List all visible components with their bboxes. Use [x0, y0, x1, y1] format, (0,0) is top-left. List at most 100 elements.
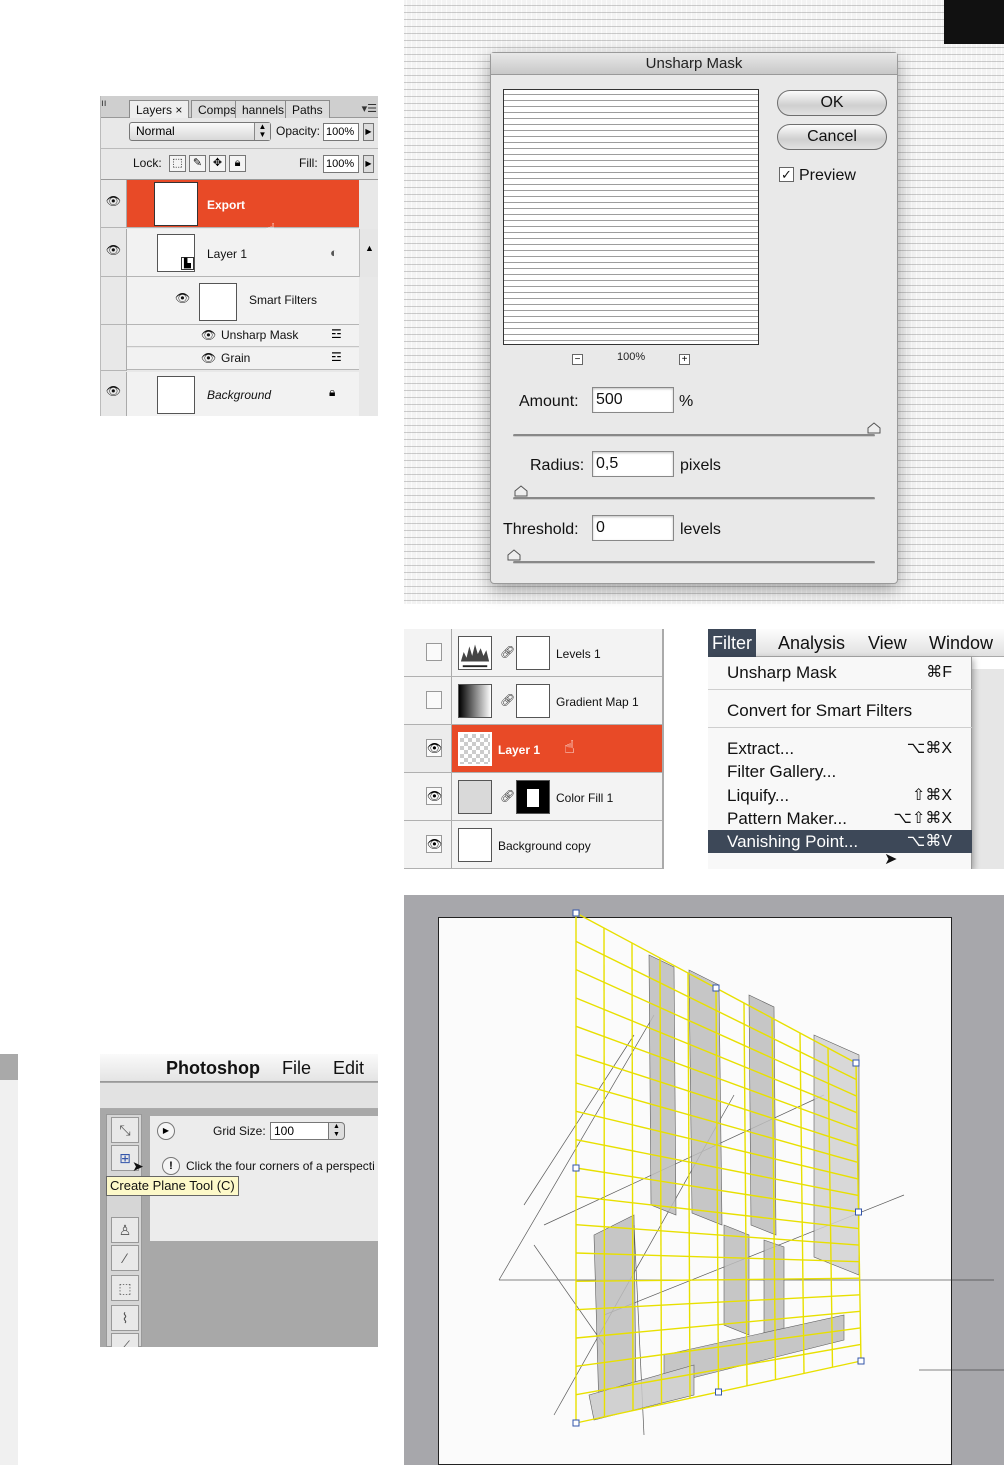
grid-handle[interactable] [855, 1208, 862, 1216]
menu-item-vanishing-point[interactable]: Vanishing Point... ⌥⌘V [708, 830, 972, 853]
grid-handle[interactable] [572, 909, 580, 917]
eye-icon[interactable]: 👁︎ [175, 291, 190, 305]
tool-strip: ⤡ ⊞ ♙ ⁄ ⬚ ⌇ ⟋ [106, 1114, 142, 1347]
fill-label: Fill: [299, 156, 318, 170]
smart-filter-indicator-icon: ◐ [330, 245, 338, 260]
chain-link-icon[interactable]: 🔗︎ [500, 693, 515, 707]
layer-row-layer1[interactable]: ▙ Layer 1 ◐ [127, 229, 359, 277]
menu-item-extract[interactable]: Extract... ⌥⌘X [708, 737, 972, 760]
grid-size-stepper[interactable]: ▲ ▼ [328, 1122, 345, 1140]
lock-all-icon[interactable]: 🔒︎ [229, 155, 246, 172]
visibility-toggle[interactable]: 👁︎ [404, 821, 452, 868]
menu-item-convert-smart-filters[interactable]: Convert for Smart Filters [708, 699, 972, 722]
blend-mode-select[interactable]: Normal ▲ ▼ [129, 122, 271, 141]
eye-icon[interactable]: 👁︎ [201, 328, 216, 342]
eye-icon: 👁︎ [426, 739, 443, 757]
lock-image-icon[interactable]: ✎ [189, 155, 206, 172]
menu-item-pattern-maker[interactable]: Pattern Maker... ⌥⇧⌘X [708, 807, 972, 830]
layer-row-export[interactable]: Export ☝︎ [127, 180, 359, 240]
menu-view[interactable]: View [868, 633, 907, 654]
panel-grip-icon[interactable]: ıı [101, 98, 107, 109]
menu-edit[interactable]: Edit [333, 1058, 364, 1079]
grid-handle[interactable] [857, 1357, 865, 1365]
amount-field[interactable]: 500 [592, 387, 674, 413]
visibility-toggle[interactable]: 👁︎ [404, 773, 452, 820]
visibility-toggle[interactable]: 👁︎ [404, 725, 452, 772]
layer-row-color-fill[interactable]: 👁︎ 🔗︎ Color Fill 1 [404, 773, 662, 821]
threshold-slider-track[interactable] [513, 561, 875, 564]
layer-thumbnail [458, 828, 492, 862]
grid-handle[interactable] [715, 1388, 722, 1396]
radius-slider-thumb[interactable] [514, 485, 528, 497]
edit-plane-tool-icon[interactable]: ⤡ [111, 1117, 139, 1143]
layer-row-background-copy[interactable]: 👁︎ Background copy [404, 821, 662, 869]
tab-layers[interactable]: Layers × [129, 100, 190, 118]
grid-handle[interactable] [572, 1419, 580, 1427]
menu-window[interactable]: Window [929, 633, 993, 654]
grid-handle[interactable] [852, 1059, 860, 1067]
tab-paths[interactable]: Paths [285, 100, 330, 118]
brush-tool-icon[interactable]: ⁄ [111, 1245, 139, 1271]
visibility-toggle[interactable]: 👁︎ [101, 372, 127, 416]
scrollbar[interactable]: ▲ [359, 229, 378, 277]
menu-item-filter-gallery[interactable]: Filter Gallery... [708, 760, 972, 783]
blending-options-icon[interactable]: ☲ [331, 350, 342, 364]
filter-row-grain[interactable]: 👁︎ Grain ☲ [127, 348, 359, 370]
grid-handle[interactable] [712, 984, 720, 992]
perspective-grid-overlay[interactable] [404, 895, 1004, 1465]
menu-analysis[interactable]: Analysis [778, 633, 845, 654]
eye-icon[interactable]: 👁︎ [201, 351, 216, 365]
menubar: Filter Analysis View Window [708, 629, 1004, 657]
blending-options-icon[interactable]: ☲ [331, 327, 342, 341]
filter-preview[interactable] [503, 89, 759, 345]
mask-shape [527, 789, 539, 807]
zoom-in-button[interactable]: + [679, 354, 690, 365]
play-options-button[interactable]: ▶ [157, 1122, 175, 1140]
stamp-tool-icon[interactable]: ♙ [111, 1217, 139, 1243]
fill-field[interactable]: 100% [323, 155, 359, 173]
radius-slider-track[interactable] [513, 497, 875, 500]
cancel-button[interactable]: Cancel [777, 124, 887, 150]
menu-filter[interactable]: Filter [708, 629, 756, 657]
scroll-up-icon[interactable]: ▲ [365, 243, 374, 253]
ok-button[interactable]: OK [777, 90, 887, 116]
visibility-toggle[interactable] [404, 629, 452, 676]
lock-transparent-icon[interactable]: ⬚ [169, 155, 186, 172]
opacity-field[interactable]: 100% [323, 123, 359, 141]
layer-mask-thumbnail [516, 780, 550, 814]
grid-handle[interactable] [572, 1164, 580, 1172]
lock-position-icon[interactable]: ✥ [209, 155, 226, 172]
visibility-toggle[interactable]: 👁︎ [101, 180, 127, 228]
zoom-out-button[interactable]: − [572, 354, 583, 365]
layer-row-background[interactable]: Background 🔒︎ [127, 372, 359, 416]
eyedropper-tool-icon[interactable]: ⌇ [111, 1305, 139, 1331]
layer-row-gradient-map[interactable]: 🔗︎ Gradient Map 1 [404, 677, 662, 725]
fill-slider-button[interactable]: ▶ [363, 155, 374, 173]
chain-link-icon[interactable]: 🔗︎ [500, 645, 515, 659]
window-toolbar [100, 1083, 378, 1109]
layer-row-layer1[interactable]: 👁︎ Layer 1 ☝︎ [404, 725, 662, 773]
tab-channels[interactable]: hannels [235, 100, 292, 118]
menu-photoshop[interactable]: Photoshop [166, 1058, 260, 1079]
amount-slider-track[interactable] [513, 434, 875, 437]
tab-close-icon[interactable]: × [175, 103, 182, 117]
menu-file[interactable]: File [282, 1058, 311, 1079]
radius-field[interactable]: 0,5 [592, 451, 674, 477]
visibility-toggle[interactable] [404, 677, 452, 724]
smart-filters-row[interactable]: 👁︎ Smart Filters [127, 277, 359, 325]
panel-menu-icon[interactable]: ▾☰ [362, 102, 377, 115]
transform-tool-icon[interactable]: ⬚ [111, 1275, 139, 1301]
amount-slider-thumb[interactable] [867, 422, 881, 434]
preview-checkbox[interactable]: ✓ [779, 167, 794, 182]
threshold-slider-thumb[interactable] [507, 549, 521, 561]
chain-link-icon[interactable]: 🔗︎ [500, 789, 515, 803]
menu-item-unsharp-mask[interactable]: Unsharp Mask ⌘F [708, 661, 972, 684]
measure-tool-icon[interactable]: ⟋ [111, 1333, 139, 1347]
threshold-field[interactable]: 0 [592, 515, 674, 541]
filter-row-unsharp-mask[interactable]: 👁︎ Unsharp Mask ☲ [127, 325, 359, 347]
grid-size-field[interactable]: 100 [270, 1122, 330, 1140]
visibility-toggle[interactable]: 👁︎ [101, 229, 127, 277]
opacity-slider-button[interactable]: ▶ [363, 123, 374, 141]
menu-item-liquify[interactable]: Liquify... ⇧⌘X [708, 784, 972, 807]
layer-row-levels[interactable]: 🔗︎ Levels 1 [404, 629, 662, 677]
